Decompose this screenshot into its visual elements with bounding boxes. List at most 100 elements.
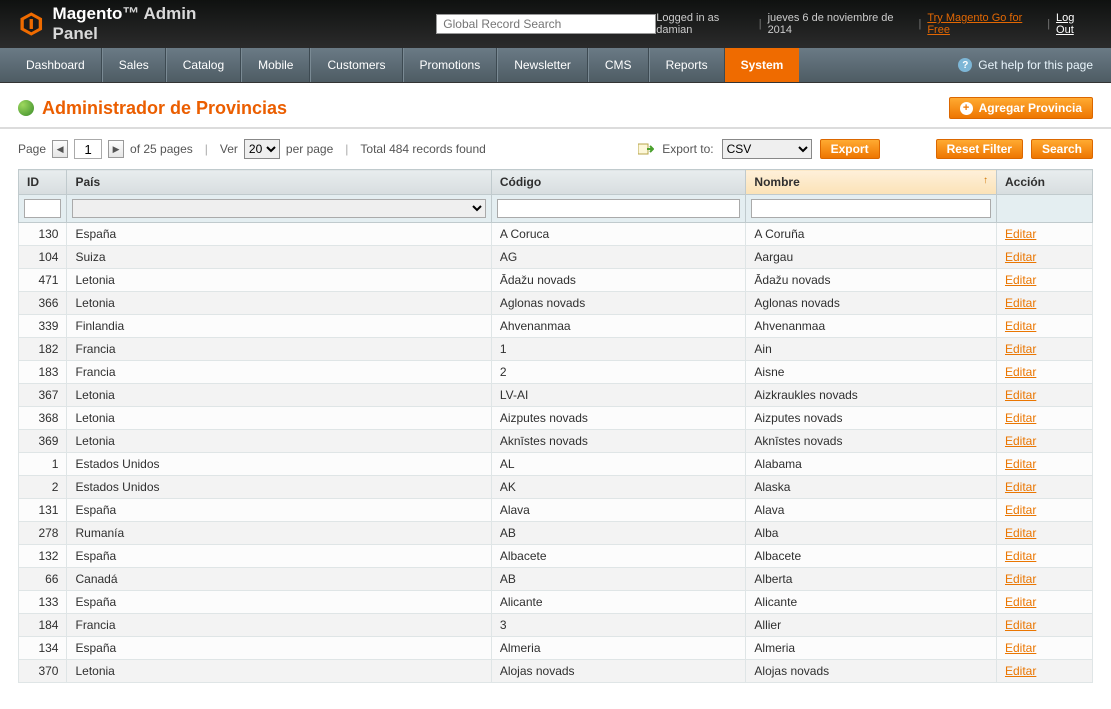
nav-item-catalog[interactable]: Catalog [166,48,241,82]
nav-item-sales[interactable]: Sales [102,48,166,82]
sep: | [1047,18,1050,30]
table-row[interactable]: 2Estados UnidosAKAlaskaEditar [19,476,1093,499]
export-format-select[interactable]: CSV [722,139,812,159]
per-page-select[interactable]: 20 [244,139,280,159]
edit-link[interactable]: Editar [1005,618,1036,632]
table-row[interactable]: 182Francia1AinEditar [19,338,1093,361]
edit-link[interactable]: Editar [1005,457,1036,471]
table-row[interactable]: 132EspañaAlbaceteAlbaceteEditar [19,545,1093,568]
nav-item-reports[interactable]: Reports [649,48,725,82]
edit-link[interactable]: Editar [1005,641,1036,655]
cell-nombre: Alava [746,499,997,522]
edit-link[interactable]: Editar [1005,273,1036,287]
table-row[interactable]: 471LetoniaĀdažu novadsĀdažu novadsEditar [19,269,1093,292]
cell-codigo: Albacete [491,545,746,568]
nav-item-dashboard[interactable]: Dashboard [10,48,102,82]
col-id-header[interactable]: ID [19,170,67,195]
edit-link[interactable]: Editar [1005,503,1036,517]
edit-link[interactable]: Editar [1005,572,1036,586]
col-accion-header[interactable]: Acción [996,170,1092,195]
main-nav: DashboardSalesCatalogMobileCustomersProm… [0,48,1111,83]
edit-link[interactable]: Editar [1005,319,1036,333]
table-row[interactable]: 370LetoniaAlojas novadsAlojas novadsEdit… [19,660,1093,683]
page-input[interactable] [74,139,102,159]
grid-controls: Page ◀ ▶ of 25 pages | Ver 20 per page |… [0,129,1111,169]
global-search-input[interactable] [436,14,656,34]
edit-link[interactable]: Editar [1005,250,1036,264]
edit-link[interactable]: Editar [1005,480,1036,494]
cell-nombre: Aknīstes novads [746,430,997,453]
per-page-label: per page [286,142,333,156]
export-button[interactable]: Export [820,139,880,159]
table-row[interactable]: 104SuizaAGAargauEditar [19,246,1093,269]
table-row[interactable]: 369LetoniaAknīstes novadsAknīstes novads… [19,430,1093,453]
filter-nombre-input[interactable] [751,199,991,218]
nav-item-cms[interactable]: CMS [588,48,649,82]
table-row[interactable]: 134EspañaAlmeriaAlmeriaEditar [19,637,1093,660]
logo-text: Magento™ Admin Panel [53,4,237,44]
search-button[interactable]: Search [1031,139,1093,159]
table-row[interactable]: 368LetoniaAizputes novadsAizputes novads… [19,407,1093,430]
cell-pais: Letonia [67,269,491,292]
edit-link[interactable]: Editar [1005,296,1036,310]
nav-item-mobile[interactable]: Mobile [241,48,310,82]
edit-link[interactable]: Editar [1005,365,1036,379]
edit-link[interactable]: Editar [1005,549,1036,563]
cell-id: 184 [19,614,67,637]
table-row[interactable]: 1Estados UnidosALAlabamaEditar [19,453,1093,476]
col-codigo-header[interactable]: Código [491,170,746,195]
cell-nombre: Alaska [746,476,997,499]
cell-id: 66 [19,568,67,591]
cell-accion: Editar [996,407,1092,430]
table-row[interactable]: 130EspañaA CorucaA CoruñaEditar [19,223,1093,246]
table-row[interactable]: 339FinlandiaAhvenanmaaAhvenanmaaEditar [19,315,1093,338]
table-row[interactable]: 183Francia2AisneEditar [19,361,1093,384]
page-prev-button[interactable]: ◀ [52,140,68,158]
cell-accion: Editar [996,499,1092,522]
cell-pais: Finlandia [67,315,491,338]
nav-item-customers[interactable]: Customers [310,48,402,82]
edit-link[interactable]: Editar [1005,434,1036,448]
edit-link[interactable]: Editar [1005,227,1036,241]
add-province-button[interactable]: + Agregar Provincia [949,97,1093,119]
filter-pais-select[interactable] [72,199,485,218]
edit-link[interactable]: Editar [1005,411,1036,425]
nav-item-system[interactable]: System [725,48,800,82]
table-row[interactable]: 366LetoniaAglonas novadsAglonas novadsEd… [19,292,1093,315]
cell-id: 132 [19,545,67,568]
cell-pais: España [67,223,491,246]
nav-item-newsletter[interactable]: Newsletter [497,48,588,82]
page-next-button[interactable]: ▶ [108,140,124,158]
edit-link[interactable]: Editar [1005,526,1036,540]
logo[interactable]: Magento™ Admin Panel [18,4,236,44]
table-row[interactable]: 66CanadáABAlbertaEditar [19,568,1093,591]
reset-filter-button[interactable]: Reset Filter [936,139,1023,159]
table-row[interactable]: 278RumaníaABAlbaEditar [19,522,1093,545]
edit-link[interactable]: Editar [1005,664,1036,678]
table-row[interactable]: 184Francia3AllierEditar [19,614,1093,637]
cell-id: 369 [19,430,67,453]
cell-codigo: Aizputes novads [491,407,746,430]
edit-link[interactable]: Editar [1005,595,1036,609]
cell-codigo: AK [491,476,746,499]
filter-codigo-input[interactable] [497,199,741,218]
edit-link[interactable]: Editar [1005,342,1036,356]
edit-link[interactable]: Editar [1005,388,1036,402]
filter-id-input[interactable] [24,199,61,218]
col-pais-header[interactable]: País [67,170,491,195]
try-magento-link[interactable]: Try Magento Go for Free [927,12,1041,36]
cell-id: 471 [19,269,67,292]
cell-id: 1 [19,453,67,476]
table-row[interactable]: 133EspañaAlicanteAlicanteEditar [19,591,1093,614]
help-link[interactable]: ? Get help for this page [958,48,1101,82]
table-row[interactable]: 131EspañaAlavaAlavaEditar [19,499,1093,522]
cell-accion: Editar [996,315,1092,338]
cell-accion: Editar [996,430,1092,453]
cell-pais: España [67,545,491,568]
col-nombre-header[interactable]: Nombre↑ [746,170,997,195]
cell-accion: Editar [996,292,1092,315]
cell-nombre: Aisne [746,361,997,384]
nav-item-promotions[interactable]: Promotions [403,48,498,82]
logout-link[interactable]: Log Out [1056,12,1093,36]
table-row[interactable]: 367LetoniaLV-AIAizkraukles novadsEditar [19,384,1093,407]
